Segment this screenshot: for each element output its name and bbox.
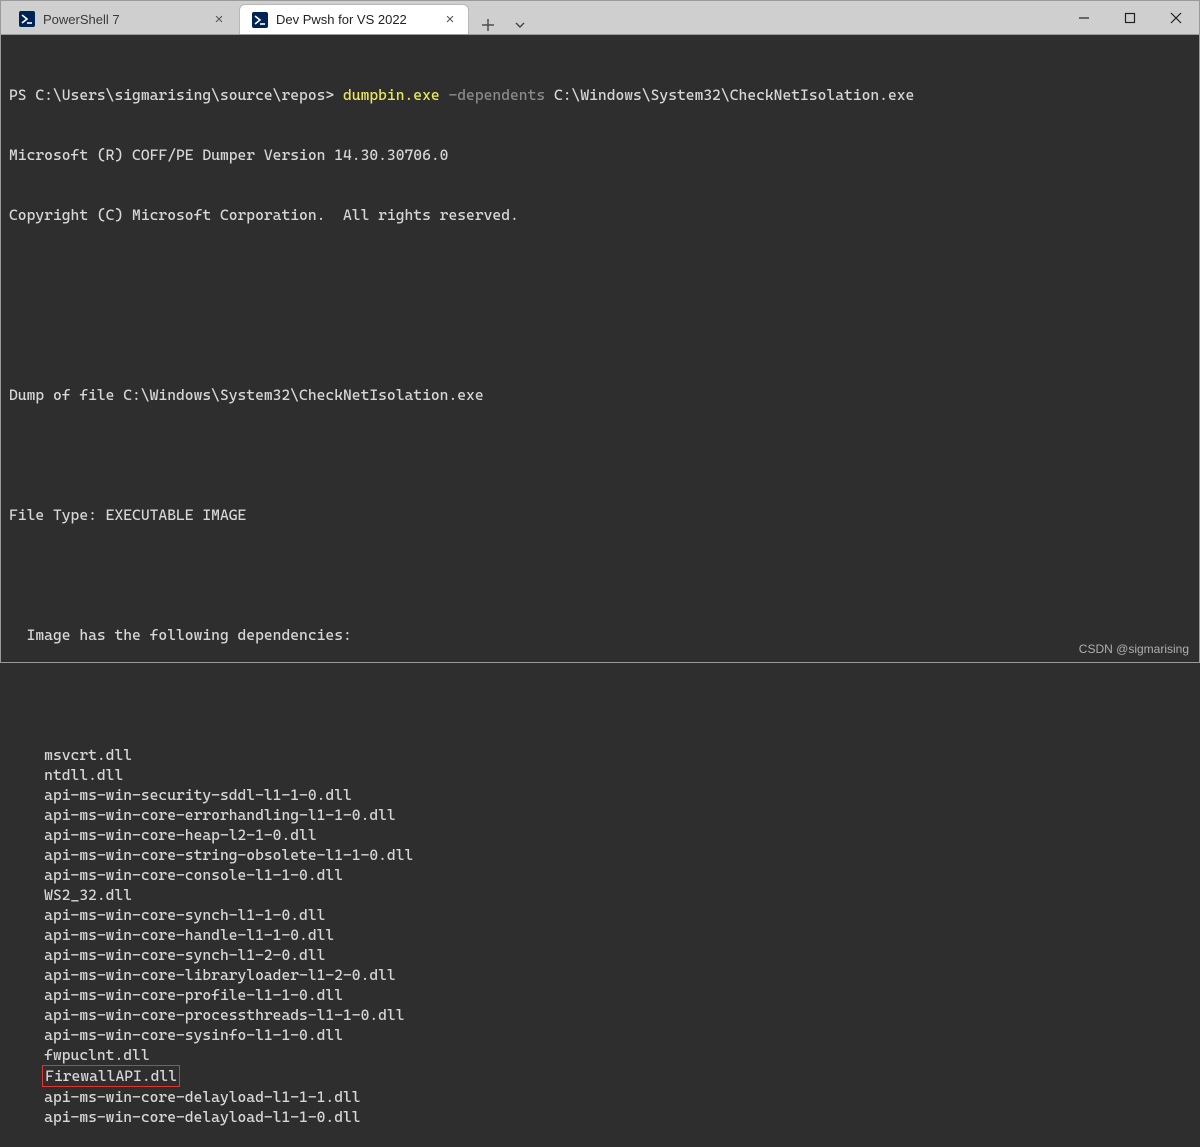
prompt: PS C:\Users\sigmarising\source\repos> <box>9 86 343 104</box>
dependency-item: FirewallAPI.dll <box>9 1065 1191 1087</box>
dependency-item: api-ms-win-core-delayload-l1-1-1.dll <box>9 1087 1191 1107</box>
dependency-item: api-ms-win-core-synch-l1-1-0.dll <box>9 905 1191 925</box>
deps-heading: Image has the following dependencies: <box>9 625 1191 645</box>
output-line: Copyright (C) Microsoft Corporation. All… <box>9 205 1191 225</box>
dependency-item: api-ms-win-core-profile-l1-1-0.dll <box>9 985 1191 1005</box>
command-arg: C:\Windows\System32\CheckNetIsolation.ex… <box>554 86 914 104</box>
dependency-item: api-ms-win-core-delayload-l1-1-0.dll <box>9 1107 1191 1127</box>
tab-close-button[interactable]: × <box>442 12 458 28</box>
output-line: Microsoft (R) COFF/PE Dumper Version 14.… <box>9 145 1191 165</box>
blank-line <box>9 685 1191 705</box>
highlighted-dependency: FirewallAPI.dll <box>42 1065 180 1087</box>
dependency-item: api-ms-win-core-string-obsolete-l1-1-0.d… <box>9 845 1191 865</box>
new-tab-button[interactable] <box>479 16 497 34</box>
titlebar: PowerShell 7 × Dev Pwsh for VS 2022 × <box>1 1 1199 35</box>
dependency-item: api-ms-win-core-synch-l1-2-0.dll <box>9 945 1191 965</box>
powershell-icon <box>19 11 35 27</box>
command-exe: dumpbin.exe <box>343 86 440 104</box>
dependency-item: api-ms-win-core-sysinfo-l1-1-0.dll <box>9 1025 1191 1045</box>
dependency-item: ntdll.dll <box>9 765 1191 785</box>
dependency-item: api-ms-win-core-heap-l2-1-0.dll <box>9 825 1191 845</box>
blank-line <box>9 325 1191 345</box>
minimize-button[interactable] <box>1061 1 1107 35</box>
dependency-item: api-ms-win-core-console-l1-1-0.dll <box>9 865 1191 885</box>
tab-label: Dev Pwsh for VS 2022 <box>276 12 434 27</box>
close-button[interactable] <box>1153 1 1199 35</box>
command-line: PS C:\Users\sigmarising\source\repos> du… <box>9 85 1191 105</box>
dependency-item: api-ms-win-core-errorhandling-l1-1-0.dll <box>9 805 1191 825</box>
blank-line <box>9 265 1191 285</box>
tab-powershell-7[interactable]: PowerShell 7 × <box>7 4 237 34</box>
terminal-pane[interactable]: PS C:\Users\sigmarising\source\repos> du… <box>1 35 1199 1147</box>
dependency-item: api-ms-win-core-handle-l1-1-0.dll <box>9 925 1191 945</box>
tab-dev-pwsh-vs2022[interactable]: Dev Pwsh for VS 2022 × <box>239 4 469 34</box>
dump-of-file-line: Dump of file C:\Windows\System32\CheckNe… <box>9 385 1191 405</box>
blank-line <box>9 445 1191 465</box>
dependency-item: WS2_32.dll <box>9 885 1191 905</box>
dependency-item: fwpuclnt.dll <box>9 1045 1191 1065</box>
dependency-item: api-ms-win-core-libraryloader-l1-2-0.dll <box>9 965 1191 985</box>
blank-line <box>9 565 1191 585</box>
maximize-button[interactable] <box>1107 1 1153 35</box>
new-tab-area <box>471 16 529 34</box>
watermark: CSDN @sigmarising <box>1079 642 1189 656</box>
tab-strip: PowerShell 7 × Dev Pwsh for VS 2022 × <box>1 1 529 34</box>
dependency-item: api-ms-win-security-sddl-l1-1-0.dll <box>9 785 1191 805</box>
dependency-list: msvcrt.dllntdll.dllapi-ms-win-security-s… <box>9 745 1191 1127</box>
window-controls <box>1061 1 1199 34</box>
dependency-item: msvcrt.dll <box>9 745 1191 765</box>
tab-dropdown-button[interactable] <box>511 16 529 34</box>
powershell-icon <box>252 12 268 28</box>
tab-label: PowerShell 7 <box>43 12 203 27</box>
file-type-line: File Type: EXECUTABLE IMAGE <box>9 505 1191 525</box>
dependency-item: api-ms-win-core-processthreads-l1-1-0.dl… <box>9 1005 1191 1025</box>
command-flag: -dependents <box>448 86 545 104</box>
tab-close-button[interactable]: × <box>211 11 227 27</box>
